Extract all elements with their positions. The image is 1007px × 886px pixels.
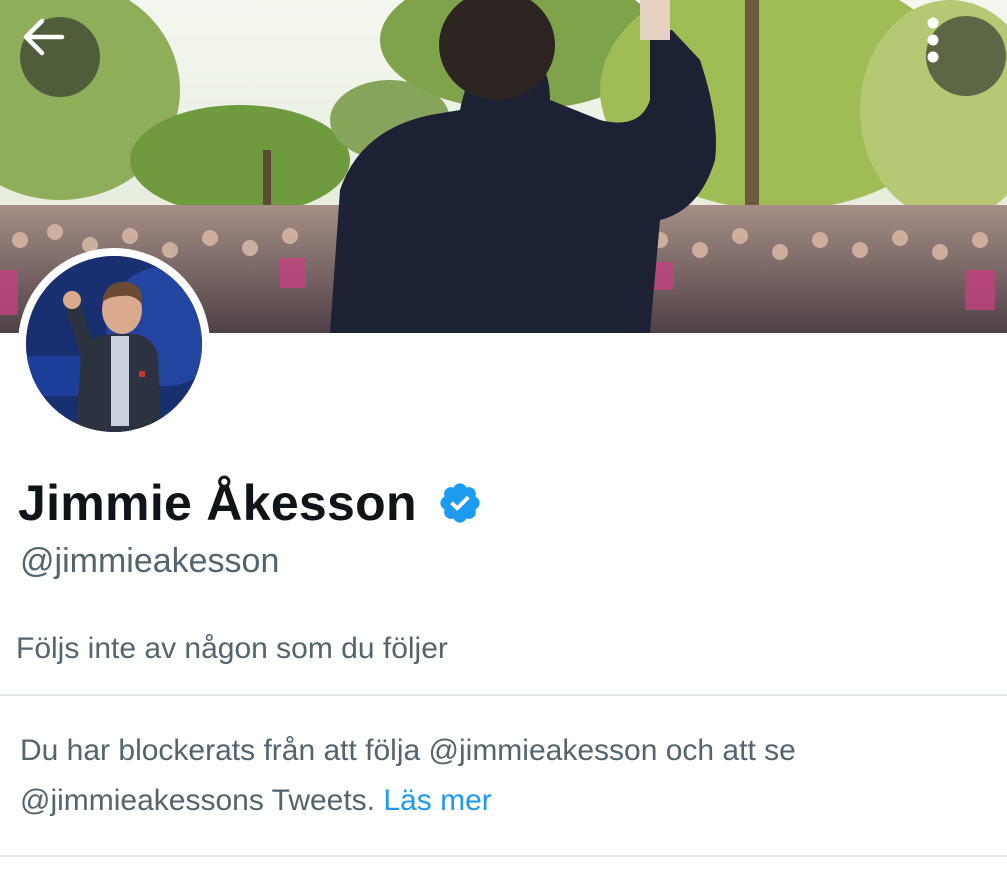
profile-handle: @jimmieakesson [20, 542, 280, 580]
name-row: Jimmie Åkesson [18, 468, 483, 538]
avatar-image [26, 256, 202, 432]
arrow-left-icon [23, 18, 65, 56]
profile-avatar[interactable] [18, 248, 210, 440]
learn-more-link[interactable]: Läs mer [383, 784, 491, 817]
back-button[interactable] [20, 17, 100, 97]
more-vertical-icon [927, 17, 939, 63]
followed-by-text: Följs inte av någon som du följer [16, 632, 448, 665]
blocked-notice: Du har blockerats från att följa @jimmie… [20, 726, 990, 826]
divider [0, 855, 1007, 857]
divider [0, 694, 1007, 696]
more-options-button[interactable] [926, 16, 1006, 96]
verified-badge-icon [440, 483, 480, 523]
display-name: Jimmie Åkesson [18, 475, 417, 531]
